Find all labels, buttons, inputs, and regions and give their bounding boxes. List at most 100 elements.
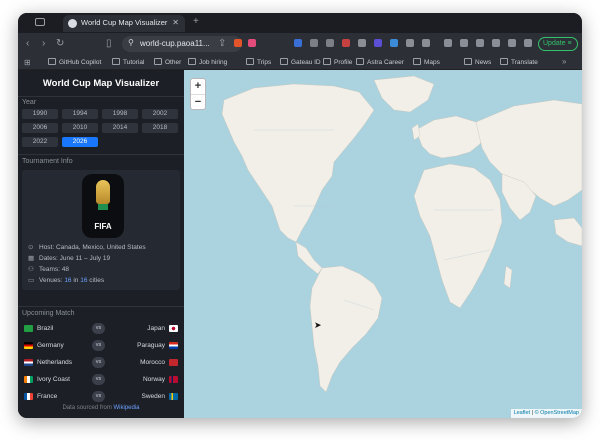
zoom-in-button[interactable]: +	[191, 79, 205, 94]
bookmark-item[interactable]: GitHub Copilot	[48, 58, 101, 66]
location-pin-icon: ⊙	[28, 244, 34, 251]
vs-badge: vs	[92, 323, 105, 334]
divider	[18, 306, 184, 307]
southeast-asia	[553, 217, 582, 247]
brazil-flag-icon	[24, 325, 33, 332]
close-tab-icon[interactable]: ✕	[172, 18, 179, 27]
year-button[interactable]: 2010	[62, 123, 98, 133]
tab-strip: World Cup Map Visualizer ✕ +	[18, 13, 582, 33]
norway-flag-icon	[169, 376, 178, 383]
central-america	[295, 241, 323, 275]
vs-badge: vs	[92, 357, 105, 368]
upcoming-match-label: Upcoming Match	[22, 310, 75, 317]
match-row[interactable]: France vs Sweden	[22, 389, 180, 405]
sidebar: World Cup Map Visualizer Year 1990 1994 …	[18, 70, 184, 418]
venues-row: ▭ Venues: 16 in 16 cities	[28, 277, 105, 284]
leaflet-link[interactable]: Leaflet	[514, 410, 531, 416]
year-button[interactable]: 2002	[142, 109, 178, 119]
home-team: Netherlands	[37, 359, 73, 366]
match-row[interactable]: Brazil vs Japan	[22, 321, 180, 337]
sidebar-toggle-icon[interactable]	[35, 18, 45, 26]
more-bookmarks-icon[interactable]: »	[562, 56, 566, 68]
bookmark-item[interactable]: Profile	[323, 58, 352, 66]
france-flag-icon	[24, 393, 33, 400]
bookmark-item[interactable]: Gateau ID	[280, 58, 321, 66]
year-button-selected[interactable]: 2026	[62, 137, 98, 147]
teams-text: Teams: 48	[39, 266, 69, 273]
users-icon: ⚇	[28, 266, 34, 273]
extension-icon[interactable]	[492, 39, 500, 47]
tournament-info-card: FIFA ⊙ Host: Canada, Mexico, United State…	[22, 170, 180, 290]
profile-icon[interactable]	[524, 39, 532, 47]
europe	[415, 115, 485, 159]
map-attribution: Leaflet | © OpenStreetMap	[510, 409, 582, 418]
year-button[interactable]: 2022	[22, 137, 58, 147]
vs-badge: vs	[92, 374, 105, 385]
extension-icon[interactable]	[406, 39, 414, 47]
extension-icon[interactable]	[358, 39, 366, 47]
browser-tab[interactable]: World Cup Map Visualizer ✕	[63, 15, 185, 32]
bookmark-item[interactable]: Other	[154, 58, 181, 66]
back-icon[interactable]: ‹	[26, 38, 29, 50]
year-button[interactable]: 1990	[22, 109, 58, 119]
year-button[interactable]: 1994	[62, 109, 98, 119]
url-text: world-cup.paoa11...	[140, 39, 210, 48]
map-tiles	[221, 75, 582, 393]
bookmark-icon[interactable]: ▯	[106, 38, 112, 50]
forward-icon[interactable]: ›	[42, 38, 45, 50]
zoom-out-button[interactable]: −	[191, 94, 205, 109]
morocco-flag-icon	[169, 359, 178, 366]
bookmark-item[interactable]: Trips	[246, 58, 271, 66]
year-button[interactable]: 2014	[102, 123, 138, 133]
fifa-logo-text: FIFA	[94, 222, 112, 231]
bookmark-item[interactable]: Maps	[413, 58, 440, 66]
extension-icon[interactable]	[460, 39, 468, 47]
host-row: ⊙ Host: Canada, Mexico, United States	[28, 243, 146, 251]
extension-icon[interactable]	[310, 39, 318, 47]
calendar-icon: ▦	[28, 255, 35, 262]
extension-icon[interactable]	[422, 39, 430, 47]
world-cup-logo: FIFA	[82, 174, 124, 238]
site-info-icon[interactable]: ⚲	[128, 38, 134, 47]
extension-icon[interactable]	[342, 39, 350, 47]
brave-shields-icon[interactable]	[234, 39, 242, 47]
extension-icon[interactable]	[444, 39, 452, 47]
year-button[interactable]: 1998	[102, 109, 138, 119]
osm-link[interactable]: © OpenStreetMap	[535, 410, 579, 416]
world-map[interactable]: + − ➤ Leaflet | © OpenStreetMap	[184, 70, 582, 418]
bookmark-item[interactable]: Translate	[500, 58, 538, 66]
match-row[interactable]: Germany vs Paraguay	[22, 338, 180, 354]
year-button[interactable]: 2018	[142, 123, 178, 133]
north-america	[221, 83, 375, 243]
match-row[interactable]: Netherlands vs Morocco	[22, 355, 180, 371]
wikipedia-link[interactable]: Wikipedia	[114, 405, 140, 411]
netherlands-flag-icon	[24, 359, 33, 366]
rewards-icon[interactable]	[248, 39, 256, 47]
app-title: World Cup Map Visualizer	[42, 78, 160, 89]
match-row[interactable]: Ivory Coast vs Norway	[22, 372, 180, 388]
extension-icon[interactable]	[508, 39, 516, 47]
apps-icon[interactable]: ⊞	[24, 57, 31, 69]
bookmark-item[interactable]: Job hiring	[188, 58, 227, 66]
germany-flag-icon	[24, 342, 33, 349]
away-team: Sweden	[141, 393, 166, 400]
divider	[18, 96, 184, 97]
year-button[interactable]: 2006	[22, 123, 58, 133]
extension-icon[interactable]	[326, 39, 334, 47]
update-button[interactable]: Update ≡	[538, 37, 578, 51]
extension-icon[interactable]	[390, 39, 398, 47]
home-team: Brazil	[37, 325, 54, 332]
bookmark-item[interactable]: Tutorial	[112, 58, 144, 66]
extension-icon[interactable]	[294, 39, 302, 47]
globe-icon	[68, 19, 77, 28]
mouse-cursor-icon: ➤	[314, 320, 322, 330]
reload-icon[interactable]: ↻	[56, 38, 64, 50]
bookmark-item[interactable]: Astra Career	[356, 58, 404, 66]
extension-icon[interactable]	[374, 39, 382, 47]
away-team: Paraguay	[137, 342, 165, 349]
bookmark-item[interactable]: News	[464, 58, 491, 66]
extension-icon[interactable]	[476, 39, 484, 47]
cities-count: 16	[80, 277, 88, 284]
new-tab-icon[interactable]: +	[193, 16, 199, 27]
share-icon[interactable]: ⇪	[218, 38, 226, 50]
